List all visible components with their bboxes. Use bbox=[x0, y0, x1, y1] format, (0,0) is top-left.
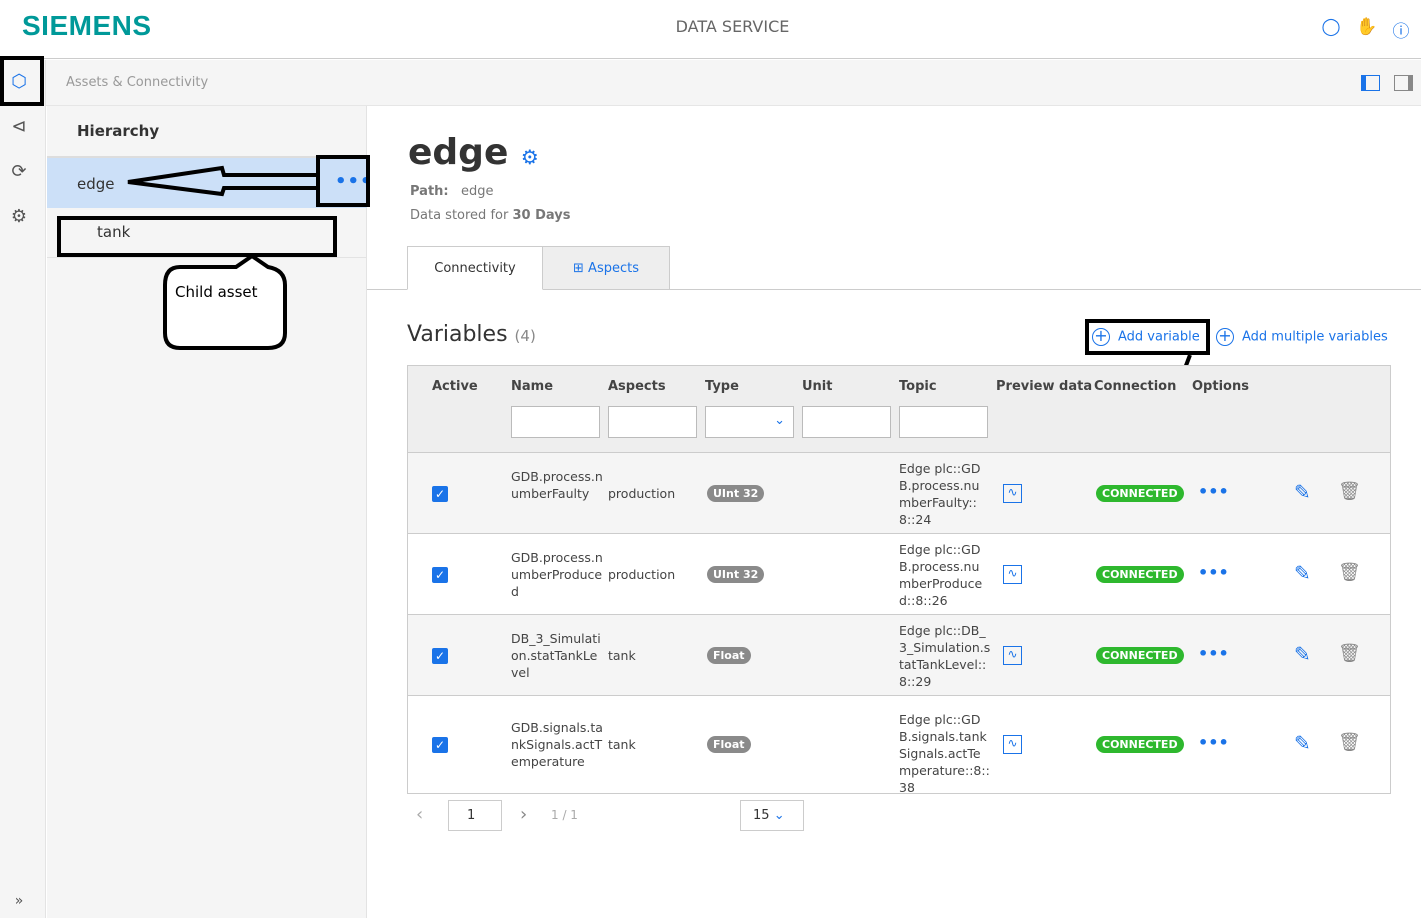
col-name: Name bbox=[511, 379, 554, 394]
variable-name: GDB.signals.tankSignals.actTemperature bbox=[511, 719, 603, 769]
type-badge: UInt 32 bbox=[707, 484, 765, 502]
plus-circle-icon: + bbox=[1216, 328, 1234, 346]
variable-topic: Edge plc::GDB.signals.tankSignals.actTem… bbox=[899, 711, 990, 795]
options-more-icon[interactable]: ••• bbox=[1198, 563, 1229, 582]
active-checkbox[interactable]: ✓ bbox=[432, 647, 448, 664]
asset-name: edge bbox=[408, 132, 509, 173]
aspects-icon: ⊞ bbox=[573, 261, 589, 276]
unit-filter-input[interactable] bbox=[802, 406, 891, 438]
variable-aspect: production bbox=[608, 566, 676, 582]
annotation-box bbox=[0, 56, 44, 106]
plus-circle-icon: + bbox=[1092, 328, 1110, 346]
variable-aspect: production bbox=[608, 485, 676, 501]
col-options: Options bbox=[1192, 379, 1249, 394]
options-more-icon[interactable]: ••• bbox=[1198, 733, 1229, 752]
delete-icon[interactable]: 🗑 bbox=[1338, 481, 1361, 502]
delete-icon[interactable]: 🗑 bbox=[1338, 562, 1361, 583]
connection-status-badge: CONNECTED bbox=[1096, 646, 1184, 664]
col-connection: Connection bbox=[1094, 379, 1177, 394]
next-page-icon[interactable]: › bbox=[520, 804, 527, 825]
connection-status-badge: CONNECTED bbox=[1096, 565, 1184, 583]
page-count: 1 / 1 bbox=[551, 808, 578, 822]
annotation-box bbox=[57, 216, 337, 257]
callout-text: Child asset bbox=[175, 283, 258, 301]
variable-topic: Edge plc::DB_3_Simulation.statTankLevel:… bbox=[899, 622, 991, 689]
button-label: Add variable bbox=[1118, 329, 1200, 345]
retention-label: Data stored for bbox=[410, 208, 509, 223]
topic-filter-input[interactable] bbox=[899, 406, 988, 438]
edit-icon[interactable]: ✎ bbox=[1294, 480, 1311, 504]
annotation-arrow bbox=[127, 165, 318, 197]
connection-status-badge: CONNECTED bbox=[1096, 735, 1184, 753]
col-active: Active bbox=[432, 379, 478, 394]
edit-icon[interactable]: ✎ bbox=[1294, 561, 1311, 585]
type-badge: Float bbox=[707, 646, 751, 664]
options-more-icon[interactable]: ••• bbox=[1198, 644, 1229, 663]
variable-name: GDB.process.numberProduced bbox=[511, 549, 603, 599]
edit-icon[interactable]: ✎ bbox=[1294, 731, 1311, 755]
active-checkbox[interactable]: ✓ bbox=[432, 485, 448, 502]
delete-icon[interactable]: 🗑 bbox=[1338, 732, 1361, 753]
active-checkbox[interactable]: ✓ bbox=[432, 736, 448, 753]
table-row: ✓ GDB.signals.tankSignals.actTemperature… bbox=[408, 696, 1390, 795]
delete-icon[interactable]: 🗑 bbox=[1338, 643, 1361, 664]
options-more-icon[interactable]: ••• bbox=[1198, 482, 1229, 501]
type-badge: UInt 32 bbox=[707, 565, 765, 583]
col-aspects: Aspects bbox=[608, 379, 666, 394]
variable-name: GDB.process.numberFaulty bbox=[511, 468, 603, 501]
col-unit: Unit bbox=[802, 379, 833, 394]
col-type: Type bbox=[705, 379, 739, 394]
col-preview: Preview data bbox=[996, 379, 1093, 394]
table-row: ✓ DB_3_Simulation.statTankLevel tank Flo… bbox=[408, 615, 1390, 696]
button-label: Add multiple variables bbox=[1242, 329, 1388, 345]
type-filter-select[interactable]: ⌄ bbox=[705, 406, 794, 438]
tab-label: Aspects bbox=[588, 261, 639, 276]
preview-data-icon[interactable]: ∿ bbox=[1003, 645, 1022, 665]
page-size-select[interactable]: 15 ⌄ bbox=[740, 800, 804, 831]
type-badge: Float bbox=[707, 735, 751, 753]
tab-connectivity[interactable]: Connectivity bbox=[407, 246, 543, 290]
path-label: Path: bbox=[410, 184, 449, 199]
col-topic: Topic bbox=[899, 379, 937, 394]
connection-status-badge: CONNECTED bbox=[1096, 484, 1184, 502]
variable-name: DB_3_Simulation.statTankLevel bbox=[511, 630, 601, 680]
chevron-down-icon: ⌄ bbox=[773, 808, 785, 823]
asset-path: Path: edge bbox=[410, 184, 494, 199]
variable-aspect: tank bbox=[608, 736, 636, 752]
asset-title: edge ⚙ bbox=[408, 132, 539, 173]
add-variable-button[interactable]: + Add variable bbox=[1092, 328, 1200, 346]
edit-icon[interactable]: ✎ bbox=[1294, 642, 1311, 666]
preview-data-icon[interactable]: ∿ bbox=[1003, 734, 1022, 754]
name-filter-input[interactable] bbox=[511, 406, 600, 438]
asset-settings-icon[interactable]: ⚙ bbox=[521, 145, 539, 169]
aspects-filter-input[interactable] bbox=[608, 406, 697, 438]
variables-title: Variables (4) bbox=[407, 322, 536, 347]
section-title: Variables bbox=[407, 322, 508, 347]
tab-aspects[interactable]: ⊞ Aspects bbox=[542, 246, 670, 290]
retention-value: 30 Days bbox=[512, 208, 571, 223]
preview-data-icon[interactable]: ∿ bbox=[1003, 483, 1022, 503]
page-size-value: 15 bbox=[753, 808, 770, 823]
table-row: ✓ GDB.process.numberFaulty production UI… bbox=[408, 453, 1390, 534]
table-header: Active Name Aspects Type Unit Topic Prev… bbox=[408, 366, 1390, 453]
variables-table: Active Name Aspects Type Unit Topic Prev… bbox=[407, 365, 1391, 795]
prev-page-icon[interactable]: ‹ bbox=[416, 804, 423, 825]
data-retention: Data stored for 30 Days bbox=[410, 208, 570, 223]
add-multiple-variables-button[interactable]: + Add multiple variables bbox=[1216, 328, 1388, 346]
variable-topic: Edge plc::GDB.process.numberFaulty::8::2… bbox=[899, 460, 981, 527]
page-input[interactable]: 1 bbox=[448, 800, 502, 831]
annotation-box bbox=[316, 155, 370, 207]
callout-bubble bbox=[163, 253, 287, 350]
active-checkbox[interactable]: ✓ bbox=[432, 566, 448, 583]
variables-count: (4) bbox=[514, 327, 536, 345]
variable-topic: Edge plc::GDB.process.numberProduced::8:… bbox=[899, 541, 983, 608]
variable-aspect: tank bbox=[608, 647, 636, 663]
path-value: edge bbox=[461, 184, 494, 199]
table-row: ✓ GDB.process.numberProduced production … bbox=[408, 534, 1390, 615]
preview-data-icon[interactable]: ∿ bbox=[1003, 564, 1022, 584]
